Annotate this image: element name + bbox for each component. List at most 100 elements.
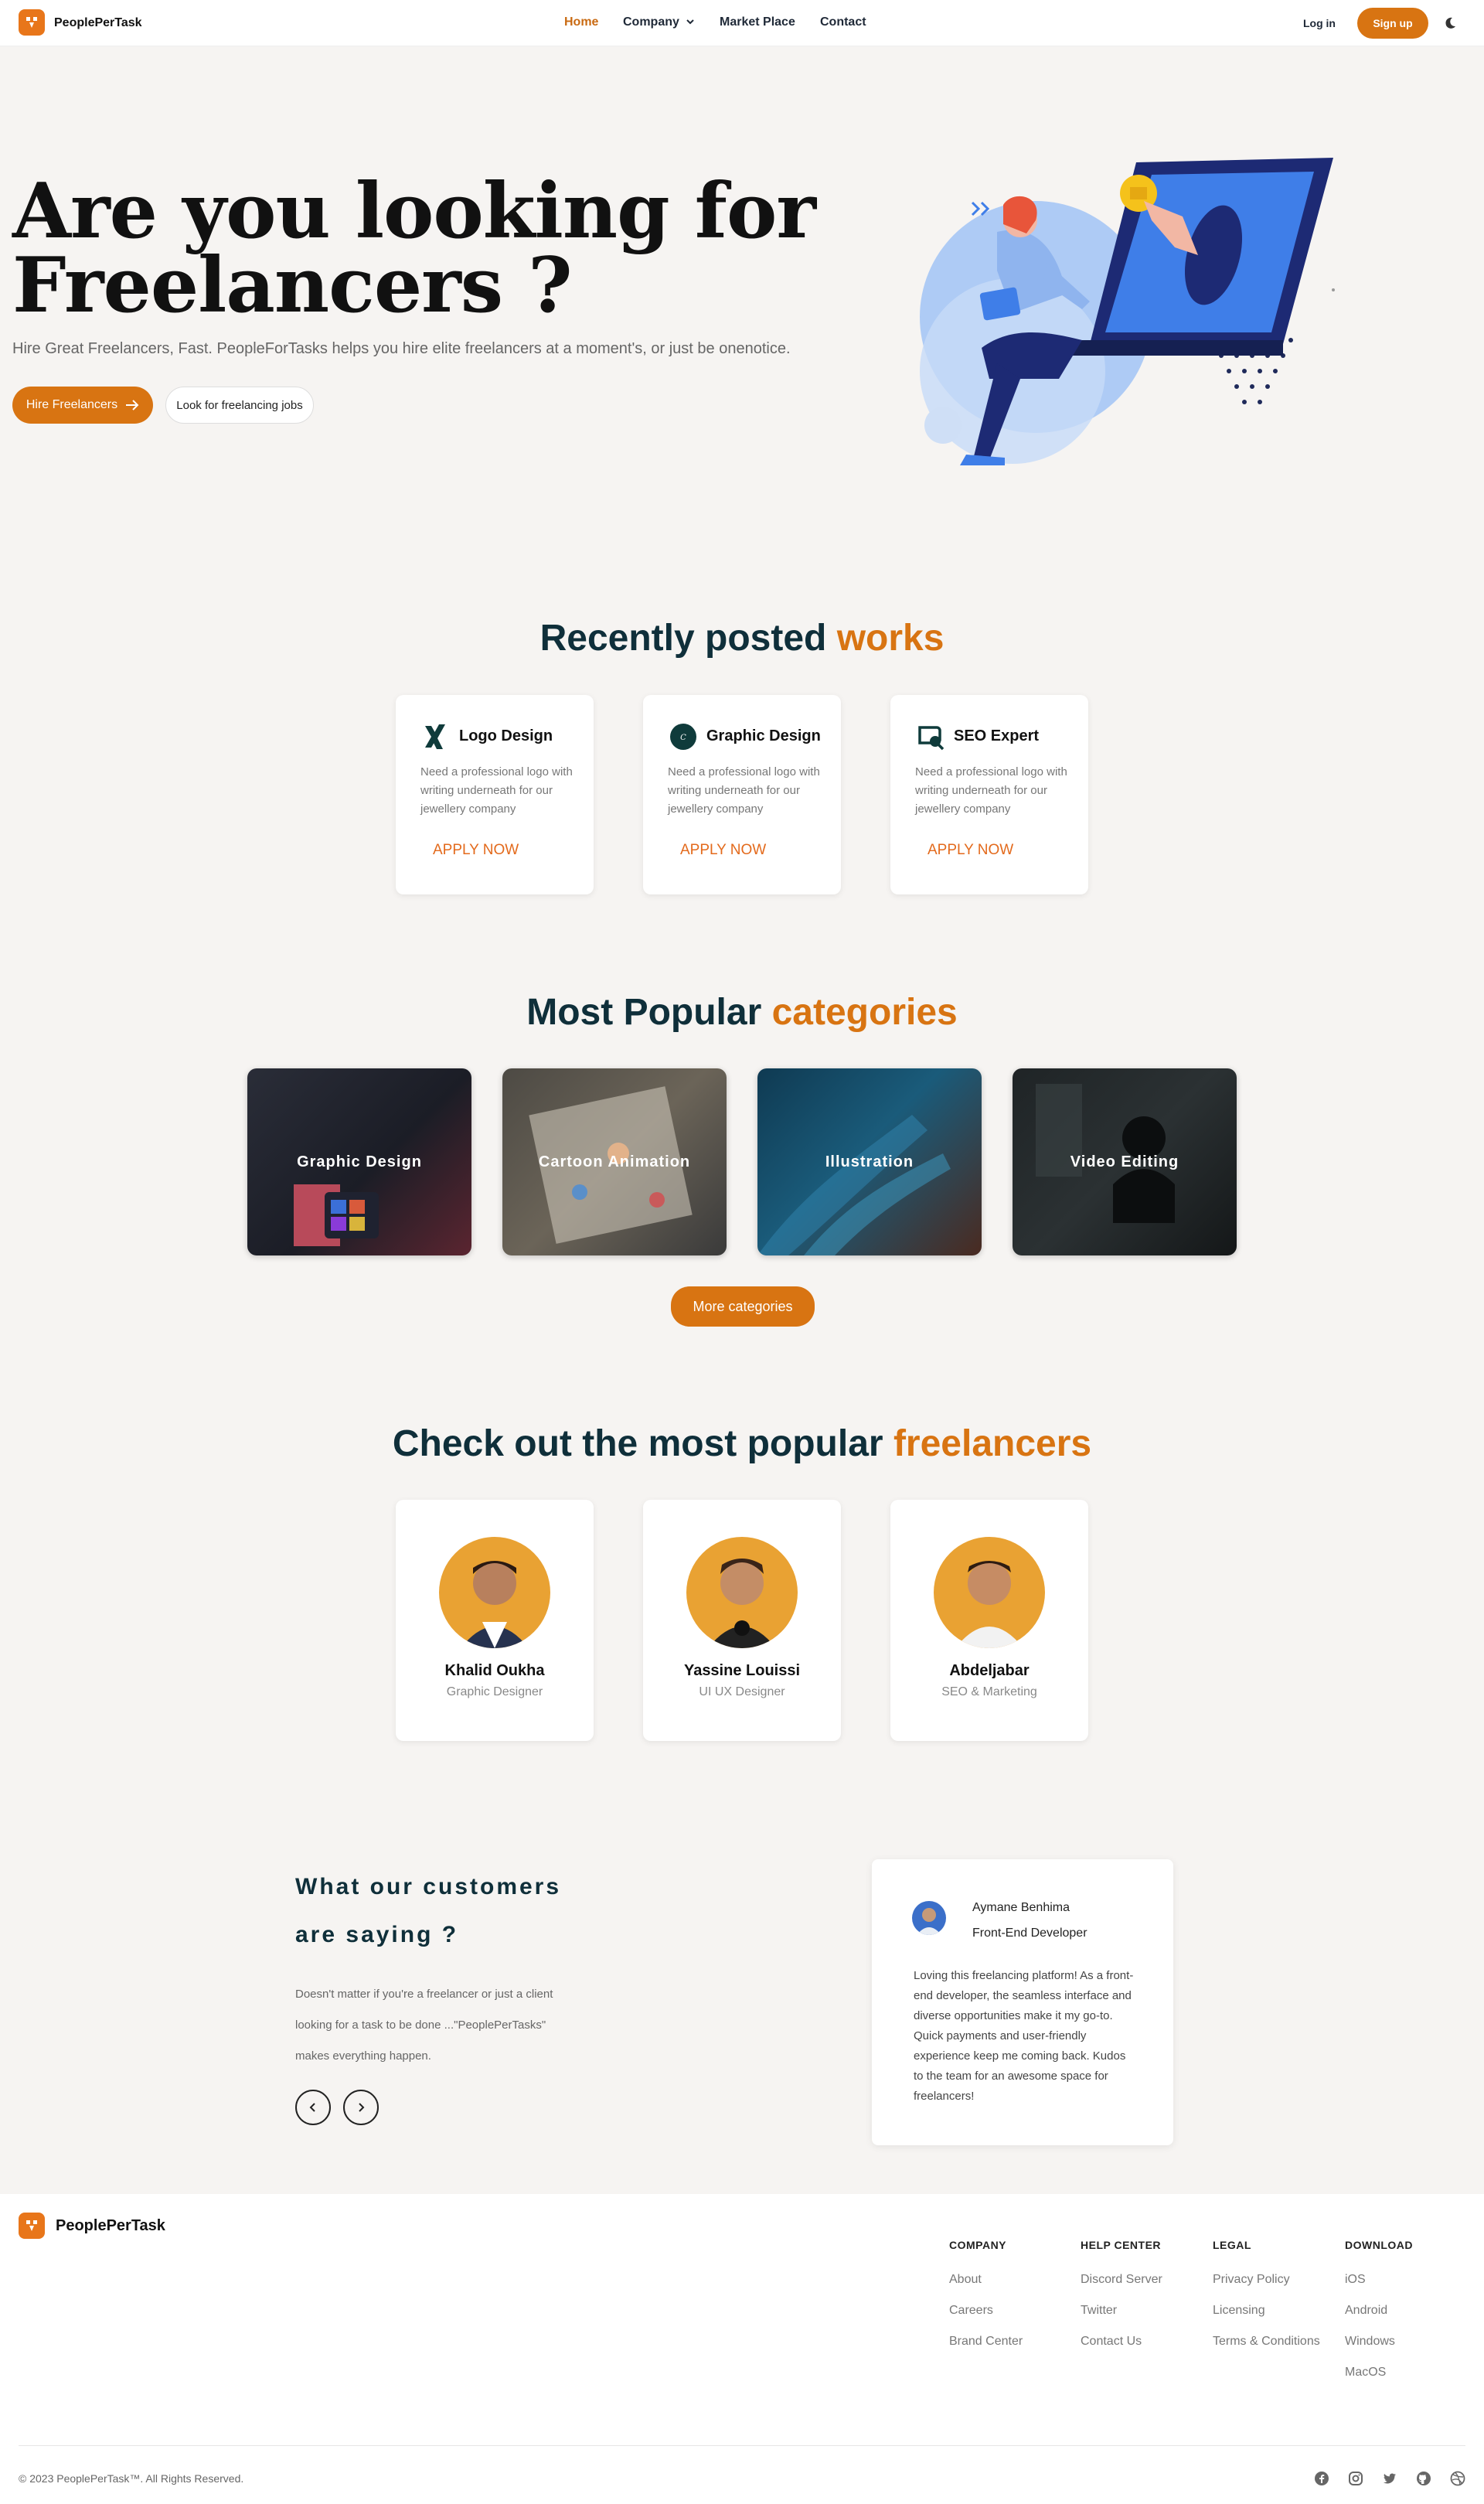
work-card-graphic-design[interactable]: C Graphic Design Need a professional log…: [643, 695, 841, 894]
category-label: Graphic Design: [297, 1153, 422, 1170]
footer: [0, 2194, 1484, 2504]
footer-link-discord[interactable]: Discord Server: [1081, 2273, 1162, 2287]
works-title-accent: works: [836, 618, 945, 659]
work-card-desc: Need a professional logo with writing un…: [420, 765, 573, 816]
footer-brand-logo-icon[interactable]: [19, 2213, 45, 2239]
more-categories-button[interactable]: More categories: [671, 1286, 815, 1327]
testimonial-author-role: Front-End Developer: [972, 1927, 1087, 1940]
footer-link-privacy[interactable]: Privacy Policy: [1213, 2273, 1290, 2287]
avatar: [439, 1537, 550, 1648]
category-label: Video Editing: [1070, 1153, 1179, 1170]
freelancer-card[interactable]: Abdeljabar SEO & Marketing: [890, 1500, 1088, 1741]
work-card-title: Logo Design: [459, 727, 553, 744]
footer-heading-legal: LEGAL: [1213, 2239, 1251, 2251]
testimonial-prev-button[interactable]: [295, 2090, 331, 2125]
brand-logo-icon[interactable]: [19, 9, 45, 36]
testimonial-quote: Loving this freelancing platform! As a f…: [914, 1969, 1134, 2103]
footer-link-ios[interactable]: iOS: [1345, 2273, 1366, 2287]
nav-marketplace-link[interactable]: Market Place: [720, 15, 795, 29]
freelancer-role: UI UX Designer: [699, 1685, 785, 1698]
freelancer-name: Yassine Louissi: [683, 1662, 801, 1679]
avatar: [686, 1537, 798, 1648]
signup-button[interactable]: Sign up: [1357, 8, 1428, 39]
footer-link-windows[interactable]: Windows: [1345, 2335, 1395, 2349]
freelancer-card[interactable]: Yassine Louissi UI UX Designer: [643, 1500, 841, 1741]
apply-now-button[interactable]: APPLY NOW: [680, 842, 766, 859]
category-card-illustration[interactable]: Illustration: [757, 1068, 982, 1255]
nav-home-link[interactable]: Home: [564, 15, 598, 29]
footer-copyright: © 2023 PeoplePerTask™. All Rights Reserv…: [19, 2472, 244, 2485]
brand-name[interactable]: PeoplePerTask: [54, 16, 142, 30]
freelancer-card[interactable]: Khalid Oukha Graphic Designer: [396, 1500, 594, 1741]
freelancers-title-text: Check out the most popular: [392, 1423, 883, 1464]
dark-mode-moon-icon[interactable]: [1442, 15, 1458, 31]
nav-contact-link[interactable]: Contact: [820, 15, 866, 29]
testimonials-title-line2: are saying ?: [295, 1922, 459, 1947]
work-card-title: SEO Expert: [954, 727, 1040, 744]
footer-link-contact-us[interactable]: Contact Us: [1081, 2335, 1142, 2349]
footer-divider: [19, 2445, 1465, 2446]
instagram-icon[interactable]: [1348, 2471, 1363, 2486]
freelancers-section-title: Check out the most popular freelancers: [0, 1422, 1484, 1465]
twitter-icon[interactable]: [1382, 2471, 1397, 2486]
login-link[interactable]: Log in: [1303, 17, 1336, 29]
hero-illustration: [920, 158, 1335, 465]
work-card-desc: Need a professional logo with writing un…: [668, 765, 820, 816]
hero-title: Are you looking for Freelancers ?: [12, 174, 863, 324]
xing-icon: [425, 724, 445, 749]
github-icon[interactable]: [1416, 2471, 1431, 2486]
hero-title-line2: Freelancers ?: [12, 241, 573, 330]
look-for-jobs-button[interactable]: Look for freelancing jobs: [165, 387, 314, 424]
testimonials-intro: Doesn't matter if you're a freelancer or…: [295, 1988, 553, 2063]
chevron-down-icon: [686, 19, 695, 25]
chevron-left-icon: [309, 2103, 315, 2112]
facebook-icon[interactable]: [1314, 2471, 1329, 2486]
footer-link-macos[interactable]: MacOS: [1345, 2366, 1386, 2380]
work-card-desc: Need a professional logo with writing un…: [915, 765, 1067, 816]
footer-link-brand-center[interactable]: Brand Center: [949, 2335, 1023, 2349]
testimonial-author: Aymane Benhima: [972, 1901, 1070, 1914]
footer-link-twitter[interactable]: Twitter: [1081, 2304, 1117, 2318]
nav-company-label: Company: [623, 15, 679, 29]
testimonial-card: Aymane Benhima Front-End Developer Lovin…: [872, 1859, 1173, 2145]
freelancer-name: Abdeljabar: [949, 1662, 1030, 1679]
category-card-cartoon-animation[interactable]: Cartoon Animation: [502, 1068, 727, 1255]
category-label: Cartoon Animation: [538, 1153, 691, 1170]
categories-section-title: Most Popular categories: [0, 991, 1484, 1034]
nav-company-link[interactable]: Company: [623, 15, 695, 29]
works-title-text: Recently posted: [539, 618, 827, 659]
works-section-title: Recently posted works: [0, 617, 1484, 659]
freelancer-role: Graphic Designer: [446, 1685, 543, 1698]
work-card-logo-design[interactable]: Logo Design Need a professional logo wit…: [396, 695, 594, 894]
categories-title-accent: categories: [771, 992, 958, 1033]
svg-text:C: C: [680, 734, 686, 742]
footer-link-about[interactable]: About: [949, 2273, 982, 2287]
hire-freelancers-label: Hire Freelancers: [26, 398, 118, 411]
footer-link-terms[interactable]: Terms & Conditions: [1213, 2335, 1320, 2349]
footer-link-android[interactable]: Android: [1345, 2304, 1387, 2318]
top-navbar: PeoplePerTask Home Company Market Place …: [0, 0, 1484, 46]
dribbble-icon[interactable]: [1450, 2471, 1465, 2486]
apply-now-button[interactable]: APPLY NOW: [433, 842, 519, 859]
category-card-graphic-design[interactable]: Graphic Design: [247, 1068, 471, 1255]
footer-heading-company: COMPANY: [949, 2239, 1007, 2251]
arrow-right-icon: [126, 400, 139, 411]
work-card-title: Graphic Design: [706, 727, 821, 744]
footer-link-licensing[interactable]: Licensing: [1213, 2304, 1265, 2318]
work-card-seo-expert[interactable]: SEO Expert Need a professional logo with…: [890, 695, 1088, 894]
testimonials-title: What our customers are saying ?: [295, 1863, 561, 1959]
freelancer-role: SEO & Marketing: [941, 1685, 1037, 1698]
categories-title-text: Most Popular: [526, 992, 762, 1033]
testimonial-avatar: [912, 1901, 946, 1935]
footer-brand-name[interactable]: PeoplePerTask: [56, 2217, 165, 2235]
footer-heading-download: DOWNLOAD: [1345, 2239, 1413, 2251]
hero-subtitle: Hire Great Freelancers, Fast. PeopleForT…: [12, 340, 791, 357]
apply-now-button[interactable]: APPLY NOW: [928, 842, 1013, 859]
testimonial-next-button[interactable]: [343, 2090, 379, 2125]
avatar: [934, 1537, 1045, 1648]
footer-link-careers[interactable]: Careers: [949, 2304, 993, 2318]
footer-heading-help-center: HELP CENTER: [1081, 2239, 1162, 2251]
hire-freelancers-button[interactable]: Hire Freelancers: [12, 387, 153, 424]
category-card-video-editing[interactable]: Video Editing: [1013, 1068, 1237, 1255]
testimonials-title-line1: What our customers: [295, 1874, 562, 1899]
